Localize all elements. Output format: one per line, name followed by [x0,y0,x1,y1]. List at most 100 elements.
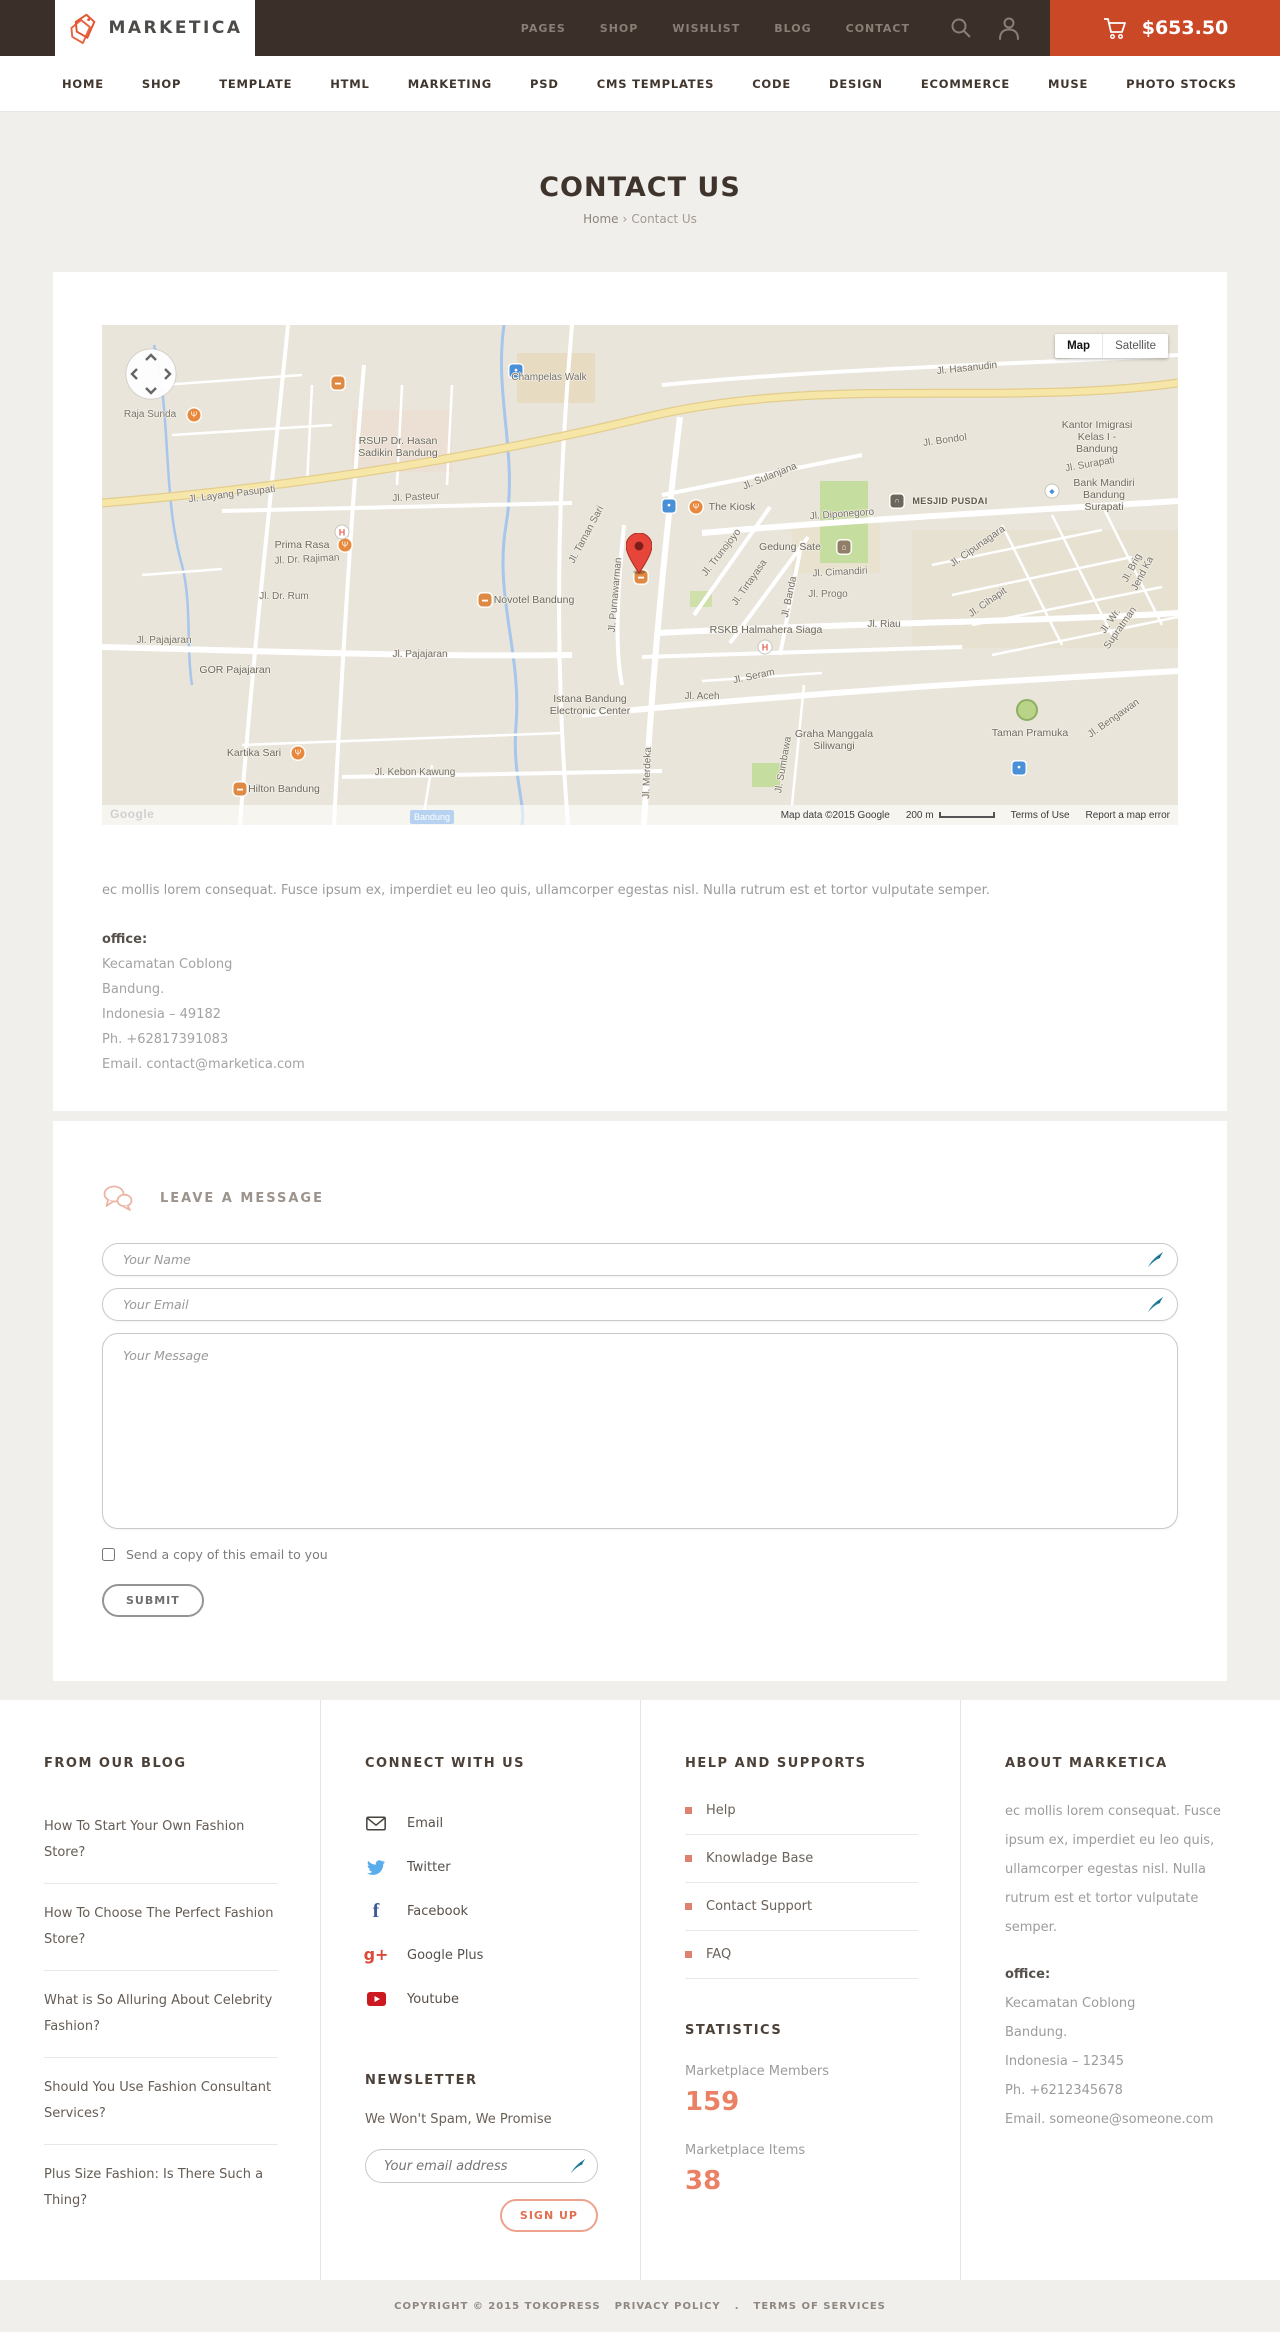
main-nav-item[interactable]: MARKETING [408,77,492,91]
googleplus-icon: g+ [363,1945,389,1964]
statistics-heading: STATISTICS [685,2023,783,2038]
copyright-bar: COPYRIGHT © 2015 TOKOPRESS PRIVACY POLIC… [0,2280,1280,2332]
restaurant-icon[interactable] [187,408,201,422]
blog-post-link[interactable]: How To Start Your Own Fashion Store? [44,1797,278,1883]
report-map-error-link[interactable]: Report a map error [1086,810,1170,821]
social-link-youtube[interactable]: Youtube [365,1977,598,2021]
main-nav: HOME SHOP TEMPLATE HTML MARKETING PSD CMS TEMP… [0,56,1280,112]
blog-post-link[interactable]: How To Choose The Perfect Fashion Store? [44,1883,278,1970]
main-nav-item[interactable]: HTML [330,77,369,91]
main-nav-item[interactable]: ECOMMERCE [921,77,1010,91]
top-header: MARKETICA PAGES SHOP WISHLIST BLOG CONTACT $… [0,0,1280,56]
main-nav-item[interactable]: PHOTO STOCKS [1126,77,1237,91]
office-line: Email. contact@marketica.com [102,1057,305,1072]
map-attribution: Map data ©2015 Google 200 m Terms of Use… [102,805,1178,825]
youtube-icon [366,1992,386,2006]
header-nav-item[interactable]: WISHLIST [672,22,740,35]
help-link[interactable]: Knowladge Base [685,1835,918,1883]
bullet-icon [685,1903,692,1910]
bank-icon[interactable] [1045,484,1059,498]
main-nav-item[interactable]: MUSE [1048,77,1088,91]
office-line: Kecamatan Coblong [102,957,233,972]
terms-of-services-link[interactable]: TERMS OF SERVICES [754,2301,886,2312]
transit-icon[interactable] [1012,761,1026,775]
copyright-text: COPYRIGHT © 2015 TOKOPRESS [394,2300,601,2312]
newsletter-email-input[interactable] [365,2149,598,2183]
office-line: Bandung. [102,982,165,997]
logo[interactable]: MARKETICA [55,0,255,56]
help-link[interactable]: FAQ [685,1931,918,1979]
cart-button[interactable]: $653.50 [1050,0,1280,56]
social-link-googleplus[interactable]: g+ Google Plus [363,1933,598,1977]
office-line: Bandung. [1005,2025,1068,2040]
landmark-icon[interactable] [837,540,851,554]
help-link[interactable]: Contact Support [685,1883,918,1931]
map-pan-control[interactable] [124,347,178,401]
header-nav: PAGES SHOP WISHLIST BLOG CONTACT [521,22,910,35]
blog-post-link[interactable]: What is So Alluring About Celebrity Fash… [44,1970,278,2057]
restaurant-icon[interactable] [291,746,305,760]
main-nav-item[interactable]: SHOP [142,77,181,91]
bullet-icon [685,1807,692,1814]
map-button[interactable]: Map [1055,334,1104,358]
main-nav-item[interactable]: PSD [530,77,559,91]
intro-paragraph: ec mollis lorem consequat. Fusce ipsum e… [102,883,990,898]
help-link[interactable]: Help [685,1787,918,1835]
user-icon[interactable] [998,16,1020,40]
footer-about-column: ABOUT MARKETICA ec mollis lorem consequa… [960,1700,1280,2280]
breadcrumb: Home › Contact Us [0,212,1280,226]
newsletter-heading: NEWSLETTER [365,2073,478,2088]
google-map[interactable]: Champelas WalkJl. HasanudinRaja SundaKan… [102,325,1178,825]
hotel-icon[interactable] [331,376,345,390]
main-nav-item[interactable]: HOME [62,77,104,91]
statistics: STATISTICS Marketplace Members 159 Marke… [685,2023,918,2196]
transit-icon[interactable] [509,364,523,378]
header-nav-item[interactable]: CONTACT [846,22,910,35]
hotel-icon[interactable] [478,593,492,607]
search-icon[interactable] [950,17,972,39]
social-link-facebook[interactable]: f Facebook [365,1889,598,1933]
send-copy-checkbox[interactable] [102,1548,115,1561]
privacy-policy-link[interactable]: PRIVACY POLICY [615,2301,721,2312]
header-nav-item[interactable]: BLOG [774,22,811,35]
header-nav-item[interactable]: PAGES [521,22,566,35]
social-link-twitter[interactable]: Twitter [365,1845,598,1889]
submit-button[interactable]: SUBMIT [102,1584,204,1617]
breadcrumb-separator: › [622,212,628,226]
hotel-icon[interactable] [233,782,247,796]
cart-total: $653.50 [1141,17,1229,39]
name-input[interactable] [102,1243,1178,1276]
terms-of-use-link[interactable]: Terms of Use [1011,810,1070,821]
main-nav-item[interactable]: CMS TEMPLATES [597,77,714,91]
main-nav-item[interactable]: DESIGN [829,77,883,91]
hospital-icon[interactable] [335,525,349,539]
main-nav-item[interactable]: TEMPLATE [219,77,292,91]
map-scale: 200 m [906,810,995,821]
bullet-icon [685,1951,692,1958]
blog-post-link[interactable]: Should You Use Fashion Consultant Servic… [44,2057,278,2144]
office-label: office: [1005,1967,1051,1982]
restaurant-icon[interactable] [689,500,703,514]
breadcrumb-current: Contact Us [631,212,697,226]
email-icon [366,1816,386,1830]
blog-post-link[interactable]: Plus Size Fashion: Is There Such a Thing… [44,2144,278,2231]
office-line: Kecamatan Coblong [1005,1996,1136,2011]
social-link-email[interactable]: Email [365,1801,598,1845]
restaurant-icon[interactable] [338,538,352,552]
signup-button[interactable]: SIGN UP [499,2199,598,2232]
main-nav-item[interactable]: CODE [752,77,791,91]
transit-icon[interactable] [662,499,676,513]
hospital-icon[interactable] [758,640,772,654]
map-marker[interactable] [626,533,652,575]
footer-blog-column: FROM OUR BLOG How To Start Your Own Fash… [0,1700,320,2280]
email-input[interactable] [102,1288,1178,1321]
office-line: Ph. +6212345678 [1005,2083,1123,2098]
office-label: office: [102,932,148,947]
office-address: office: Kecamatan Coblong Bandung. Indones… [102,927,1178,1077]
satellite-button[interactable]: Satellite [1103,334,1168,358]
stat-items-label: Marketplace Items [685,2143,806,2158]
header-nav-item[interactable]: SHOP [600,22,639,35]
message-textarea[interactable] [102,1333,1178,1529]
breadcrumb-home[interactable]: Home [583,212,618,226]
mosque-icon[interactable] [890,494,904,508]
